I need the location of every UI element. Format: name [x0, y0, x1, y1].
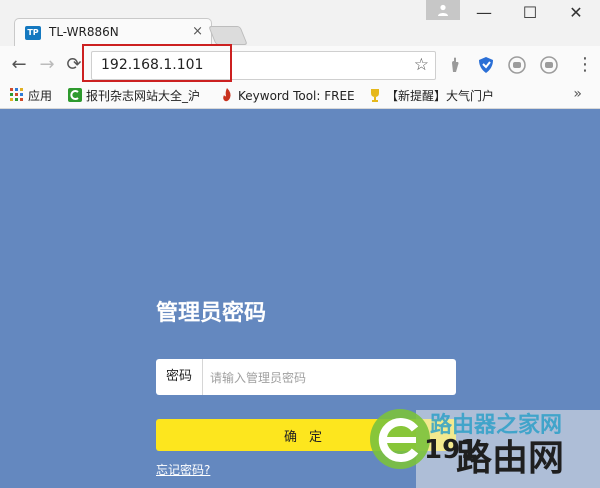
bookmark-apps[interactable]: 应用	[10, 87, 52, 105]
bookmarks-bar: 应用 报刊杂志网站大全_沪 Keyword Tool: FREE 【新提醒】大气…	[0, 84, 600, 109]
address-highlight-box	[82, 44, 232, 82]
tab-title: TL-WR886N	[49, 25, 119, 39]
title-bar: TP TL-WR886N × — ☐ ✕	[0, 0, 600, 47]
extension-circle-icon[interactable]	[508, 56, 526, 74]
router-login-page: 管理员密码 密码 确定 忘记密码? 路由器之家网 191 路由网	[0, 109, 600, 488]
minimize-button[interactable]: —	[466, 2, 502, 24]
bookmark-label: 应用	[28, 89, 53, 103]
shield-extension-icon[interactable]	[477, 56, 495, 74]
person-icon	[438, 4, 448, 16]
back-arrow-icon[interactable]: ←	[8, 54, 30, 76]
password-label: 密码	[156, 359, 203, 395]
bookmark-label: 【新提醒】大气门户	[386, 89, 495, 103]
page-heading: 管理员密码	[156, 301, 267, 326]
maximize-button[interactable]: ☐	[512, 2, 548, 24]
tp-link-favicon-icon: TP	[25, 26, 41, 40]
new-tab-button[interactable]	[208, 26, 248, 45]
bookmark-label: Keyword Tool: FREE	[238, 89, 355, 103]
forgot-password-link[interactable]: 忘记密码?	[156, 461, 210, 478]
browser-tab[interactable]: TP TL-WR886N ×	[14, 18, 212, 47]
profile-button[interactable]	[426, 0, 460, 20]
trophy-icon	[371, 89, 379, 102]
green-c-icon	[68, 88, 82, 102]
bookmark-label: 报刊杂志网站大全_沪	[86, 89, 201, 103]
extension-circle-icon[interactable]	[540, 56, 558, 74]
flame-icon	[223, 88, 231, 102]
password-input[interactable]	[208, 365, 452, 391]
extension-hand-icon[interactable]	[446, 56, 464, 74]
tab-close-icon[interactable]: ×	[192, 24, 203, 39]
bookmarks-overflow-icon[interactable]: »	[573, 86, 582, 102]
bookmark-keyword-tool[interactable]: Keyword Tool: FREE	[220, 87, 355, 105]
bookmark-portal[interactable]: 【新提醒】大气门户	[368, 87, 494, 105]
watermark-big-text: 路由网	[456, 438, 565, 479]
bookmark-star-icon[interactable]: ☆	[414, 55, 429, 75]
close-window-button[interactable]: ✕	[558, 2, 594, 24]
chrome-menu-icon[interactable]: ⋮	[576, 55, 594, 75]
forward-arrow-icon[interactable]: →	[36, 54, 58, 76]
bookmark-newspapers[interactable]: 报刊杂志网站大全_沪	[68, 87, 200, 105]
apps-grid-icon	[10, 88, 23, 101]
password-field: 密码	[156, 359, 456, 395]
